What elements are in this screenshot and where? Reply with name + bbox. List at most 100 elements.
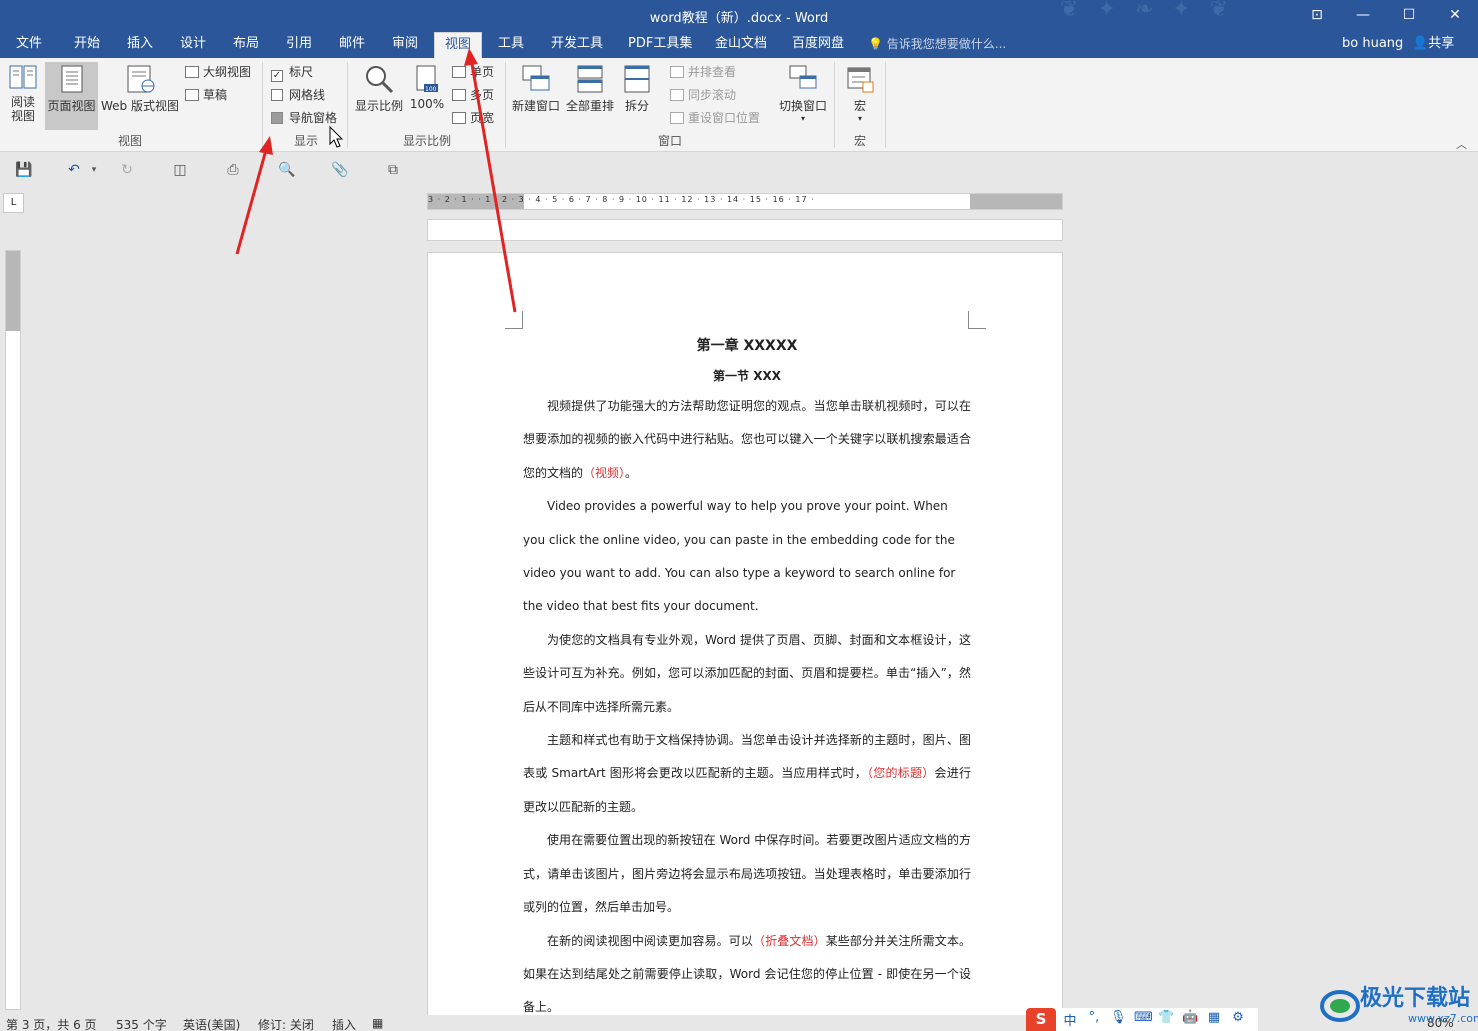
tell-me-search[interactable]: 💡 告诉我您想要做什么... <box>868 32 1006 58</box>
arrange-all-label: 全部重排 <box>565 99 614 113</box>
web-layout-button[interactable]: Web 版式视图 <box>100 64 180 130</box>
ribbon-display-options-icon[interactable]: ⊡ <box>1305 4 1329 26</box>
microphone-icon[interactable]: 🎙 <box>1110 1010 1127 1028</box>
tab-selector[interactable]: L <box>3 193 24 213</box>
arrange-all-button[interactable]: 全部重排 <box>564 64 616 130</box>
outline-icon <box>185 66 199 78</box>
checkbox-hover-icon <box>271 112 283 124</box>
dropdown-arrow-icon: ▾ <box>800 114 805 123</box>
title-bar: ❦ ✦ ❧ ✦ ❦ word教程（新）.docx - Word ⊡ — ☐ ✕ <box>0 0 1478 32</box>
tab-tools[interactable]: 工具 <box>488 32 534 58</box>
read-mode-button[interactable]: 阅读 视图 <box>4 62 42 130</box>
arrange-all-icon <box>577 65 603 93</box>
close-button[interactable]: ✕ <box>1443 4 1467 26</box>
zoom-button[interactable]: 显示比例 <box>352 64 406 130</box>
tab-baidu-netdisk[interactable]: 百度网盘 <box>782 32 854 58</box>
page-100-icon: 100 <box>416 65 438 93</box>
track-changes-status[interactable]: 修订: 关闭 <box>258 1016 314 1031</box>
one-page-button[interactable]: 单页 <box>452 62 494 82</box>
minimize-button[interactable]: — <box>1351 4 1375 26</box>
split-button[interactable]: 拆分 <box>619 64 655 130</box>
dropdown-arrow-icon: ▾ <box>857 114 862 123</box>
gridlines-checkbox[interactable]: 网格线 <box>271 85 325 105</box>
views-group-label: 视图 <box>117 134 142 148</box>
undo-dropdown-icon[interactable]: ▾ <box>84 161 104 179</box>
maximize-button[interactable]: ☐ <box>1397 4 1421 26</box>
outline-button[interactable]: 大纲视图 <box>185 62 251 82</box>
switch-windows-button[interactable]: 切换窗口 ▾ <box>776 64 830 130</box>
web-layout-label: Web 版式视图 <box>101 99 179 113</box>
skin-icon[interactable]: 👕 <box>1158 1010 1174 1028</box>
apps-icon[interactable]: ▦ <box>1206 1010 1222 1028</box>
word-count[interactable]: 535 个字 <box>116 1016 167 1031</box>
navigation-pane-label: 导航窗格 <box>289 111 338 125</box>
insert-mode[interactable]: 插入 <box>332 1016 356 1031</box>
tab-mailings[interactable]: 邮件 <box>329 32 375 58</box>
print-layout-button[interactable]: 页面视图 <box>45 62 98 130</box>
user-name[interactable]: bo huang <box>1342 32 1403 56</box>
zoom-group-label: 显示比例 <box>402 134 451 148</box>
group-separator <box>834 62 835 148</box>
ruler-checkbox[interactable]: ✓ 标尺 <box>271 62 313 82</box>
window-group-label: 窗口 <box>657 134 682 148</box>
switch-windows-icon <box>789 65 817 89</box>
macro-icon <box>847 67 874 93</box>
document-body[interactable]: 第一章 XXXXX 第一节 XXX 视频提供了功能强大的方法帮助您证明您的观点。… <box>523 335 971 1025</box>
sync-scroll-label: 同步滚动 <box>688 88 737 102</box>
zoom-label: 显示比例 <box>354 99 403 113</box>
tab-home[interactable]: 开始 <box>64 32 110 58</box>
macros-label: 宏 <box>853 99 866 113</box>
macro-record-icon[interactable]: ▦ <box>372 1016 383 1030</box>
page-width-label: 页宽 <box>470 111 495 125</box>
tab-pdf-tools[interactable]: PDF工具集 <box>618 32 702 58</box>
tab-view[interactable]: 视图 <box>434 32 483 58</box>
tab-review[interactable]: 审阅 <box>382 32 428 58</box>
two-pages-icon[interactable]: ◫ <box>170 161 190 179</box>
tab-insert[interactable]: 插入 <box>117 32 163 58</box>
new-window-button[interactable]: 新建窗口 <box>510 64 562 130</box>
collapse-ribbon-icon[interactable]: ︿ <box>1456 136 1467 152</box>
window-title: word教程（新）.docx - Word <box>649 11 829 26</box>
undo-icon[interactable]: ↶ <box>64 161 84 179</box>
tab-references[interactable]: 引用 <box>276 32 322 58</box>
tab-design[interactable]: 设计 <box>170 32 216 58</box>
navigation-pane-checkbox[interactable]: 导航窗格 <box>271 108 337 128</box>
document-page[interactable]: 第一章 XXXXX 第一节 XXX 视频提供了功能强大的方法帮助您证明您的观点。… <box>427 252 1063 1031</box>
vertical-ruler[interactable] <box>5 250 21 1010</box>
ime-language[interactable]: 中 <box>1062 1010 1078 1029</box>
sogou-ime-icon[interactable]: S <box>1026 1008 1056 1031</box>
tab-developer[interactable]: 开发工具 <box>541 32 613 58</box>
synchronous-scrolling-button[interactable]: 同步滚动 <box>670 85 736 105</box>
customize-icon[interactable]: ⧉ <box>383 161 403 179</box>
side-by-side-label: 并排查看 <box>688 65 737 79</box>
punctuation-icon[interactable]: °, <box>1086 1010 1102 1028</box>
zoom-100-button[interactable]: 100 100% <box>408 64 446 130</box>
robot-icon[interactable]: 🤖 <box>1182 1010 1198 1028</box>
print-layout-label: 页面视图 <box>47 99 96 113</box>
paragraph: Video provides a powerful way to help yo… <box>523 499 956 614</box>
attach-icon[interactable]: 📎 <box>330 161 350 179</box>
tab-file[interactable]: 文件 <box>6 32 52 58</box>
multiple-pages-button[interactable]: 多页 <box>452 85 494 105</box>
view-side-by-side-button[interactable]: 并排查看 <box>670 62 736 82</box>
settings-icon[interactable]: ⚙ <box>1230 1010 1246 1028</box>
page-count[interactable]: 第 3 页，共 6 页 <box>6 1016 97 1031</box>
ime-toolbar: S 中 °, 🎙 ⌨ 👕 🤖 ▦ ⚙ <box>1026 1008 1258 1031</box>
horizontal-ruler[interactable]: 3 · 2 · 1 · · 1 · 2 · 3 · 4 · 5 · 6 · 7 … <box>427 193 1063 210</box>
draft-button[interactable]: 草稿 <box>185 85 227 105</box>
save-icon[interactable]: 💾 <box>14 161 34 179</box>
checkbox-empty-icon <box>271 89 283 101</box>
ribbon-tab-bar: 文件 开始 插入 设计 布局 引用 邮件 审阅 视图 工具 开发工具 PDF工具… <box>0 32 1478 58</box>
share-button[interactable]: 👤共享 <box>1412 32 1454 56</box>
print-preview-icon[interactable]: 🔍 <box>277 161 297 179</box>
keyboard-icon[interactable]: ⌨ <box>1134 1010 1153 1028</box>
page-width-button[interactable]: 页宽 <box>452 108 494 128</box>
person-add-icon: 👤 <box>1412 36 1429 51</box>
tab-layout[interactable]: 布局 <box>223 32 269 58</box>
macros-button[interactable]: 宏 ▾ <box>840 64 880 130</box>
print-icon[interactable]: ⎙ <box>223 161 243 179</box>
language[interactable]: 英语(美国) <box>183 1016 240 1031</box>
redo-icon[interactable]: ↻ <box>117 161 137 179</box>
reset-window-position-button[interactable]: 重设窗口位置 <box>670 108 760 128</box>
tab-kingsoft-docs[interactable]: 金山文档 <box>705 32 777 58</box>
